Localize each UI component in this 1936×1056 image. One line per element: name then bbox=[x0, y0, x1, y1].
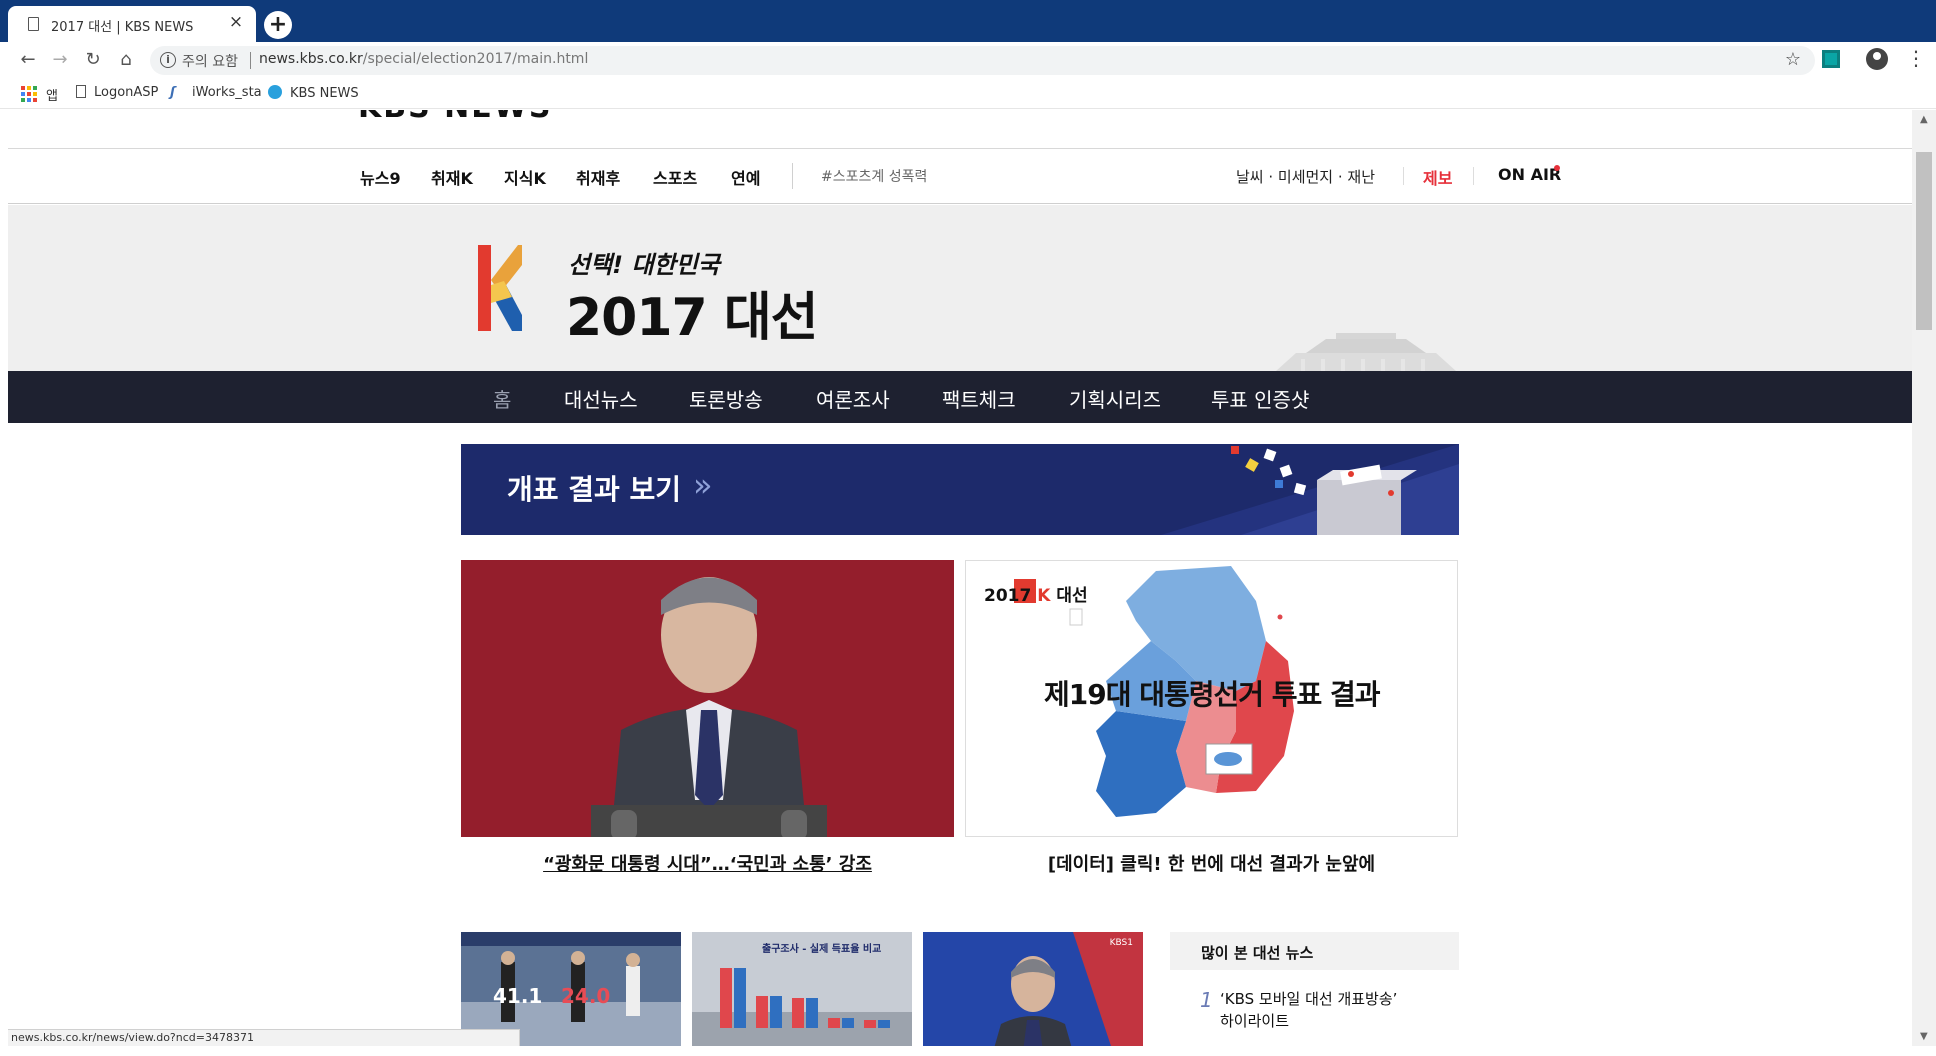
thumbnail-3-image bbox=[923, 932, 1143, 1046]
map-title: 제19대 대통령선거 투표 결과 bbox=[1044, 678, 1381, 711]
gnb-tip[interactable]: 제보 bbox=[1423, 165, 1452, 189]
browser-tab-bar: 2017 대선 | KBS NEWS × + bbox=[0, 0, 1936, 42]
gnb-item-knowledge[interactable]: 지식K bbox=[504, 165, 546, 189]
script-icon: ʃ bbox=[170, 85, 176, 100]
gnb-item-after[interactable]: 취재후 bbox=[576, 165, 620, 189]
url-path: /special/election2017/main.html bbox=[362, 51, 589, 67]
chevron-right-icon: » bbox=[693, 466, 713, 504]
popular-news-header: 많이 본 대선 뉴스 bbox=[1170, 932, 1459, 970]
popular-news: 많이 본 대선 뉴스 1 ‘KBS 모바일 대선 개표방송’ 하이라이트 bbox=[1170, 932, 1459, 1046]
results-banner[interactable]: 개표 결과 보기 » bbox=[461, 444, 1459, 535]
president-speech-image bbox=[461, 560, 954, 837]
apps-grid-icon[interactable] bbox=[21, 86, 37, 102]
subnav-election-news[interactable]: 대선뉴스 bbox=[564, 384, 638, 413]
page-viewport: KBS NEWS 뉴스9 취재K 지식K 취재후 스포츠 연예 #스포츠계 성폭… bbox=[8, 110, 1912, 1046]
thumbnail-1-badge-2: 24.0 bbox=[561, 984, 611, 1008]
security-warning[interactable]: 주의 요함 bbox=[182, 51, 238, 71]
site-logo[interactable]: KBS NEWS bbox=[358, 110, 588, 118]
address-bar[interactable]: i 주의 요함 news.kbs.co.kr/special/election2… bbox=[150, 46, 1815, 75]
page-scrollbar[interactable]: ▲ ▼ bbox=[1912, 110, 1936, 1046]
url-text[interactable]: news.kbs.co.kr/special/election2017/main… bbox=[259, 51, 588, 67]
profile-icon[interactable] bbox=[1866, 48, 1888, 70]
brand-k-mark: K bbox=[1037, 586, 1051, 606]
scroll-down-icon[interactable]: ▼ bbox=[1920, 1031, 1928, 1042]
browser-toolbar: ← → ↻ ⌂ i 주의 요함 news.kbs.co.kr/special/e… bbox=[0, 42, 1936, 79]
featured-caption-2[interactable]: [데이터] 클릭! 한 번에 대선 결과가 눈앞에 bbox=[965, 850, 1458, 876]
url-host: news.kbs.co.kr bbox=[259, 51, 363, 67]
thumbnail-3-corner: KBS1 bbox=[1109, 938, 1133, 948]
info-icon[interactable]: i bbox=[160, 52, 176, 68]
subnav-vote-photos[interactable]: 투표 인증샷 bbox=[1211, 384, 1309, 413]
bookmark-logonasp[interactable]: LogonASP bbox=[76, 85, 158, 100]
brand-word: 대선 bbox=[1056, 586, 1088, 606]
reload-icon[interactable]: ↻ bbox=[81, 48, 105, 72]
gnb-item-k[interactable]: 취재K bbox=[431, 165, 473, 189]
bookmark-kbs-news[interactable]: KBS NEWS bbox=[268, 85, 359, 101]
scroll-up-icon[interactable]: ▲ bbox=[1920, 114, 1928, 125]
gnb-onair[interactable]: ON AIR bbox=[1498, 165, 1561, 184]
popular-item-line-2[interactable]: 하이라이트 bbox=[1220, 1010, 1289, 1031]
onair-live-dot bbox=[1554, 165, 1560, 171]
hero-title: 2017 대선 bbox=[566, 288, 819, 348]
scrollbar-thumb[interactable] bbox=[1916, 152, 1932, 330]
election-subnav: 홈 대선뉴스 토론방송 여론조사 팩트체크 기획시리즈 투표 인증샷 bbox=[8, 371, 1912, 423]
address-divider bbox=[250, 52, 251, 69]
gnb-divider bbox=[1403, 167, 1404, 185]
subnav-debates[interactable]: 토론방송 bbox=[689, 384, 763, 413]
menu-dots-icon[interactable]: ⋮ bbox=[1906, 46, 1926, 70]
tab-title: 2017 대선 | KBS NEWS bbox=[51, 20, 194, 35]
thumbnail-2[interactable]: 출구조사 - 실제 득표율 비교 bbox=[692, 932, 912, 1046]
page-icon bbox=[28, 17, 39, 31]
site-logo-text: KBS NEWS bbox=[358, 110, 552, 118]
bookmark-label: iWorks_sta bbox=[192, 85, 262, 100]
popular-rank: 1 bbox=[1200, 988, 1213, 1012]
subnav-series[interactable]: 기획시리즈 bbox=[1069, 384, 1161, 413]
map-brand: 2017 K 대선 bbox=[984, 581, 1088, 606]
featured-caption-1[interactable]: “광화문 대통령 시대”…‘국민과 소통’ 강조 bbox=[461, 850, 954, 876]
thumbnail-3[interactable]: KBS1 bbox=[923, 932, 1143, 1046]
featured-image-president[interactable] bbox=[461, 560, 954, 837]
back-arrow-icon[interactable]: ← bbox=[16, 48, 40, 72]
bookmarks-bar: 앱 LogonASP ʃ iWorks_sta KBS NEWS bbox=[0, 79, 1936, 109]
thumbnail-2-title: 출구조사 - 실제 득표율 비교 bbox=[762, 944, 882, 955]
gnb-item-sports[interactable]: 스포츠 bbox=[653, 165, 697, 189]
featured-image-map[interactable]: 2017 K 대선 제19대 대통령선거 투표 결과 bbox=[965, 560, 1458, 837]
kbs-icon bbox=[268, 85, 282, 99]
forward-arrow-icon[interactable]: → bbox=[48, 48, 72, 72]
bookmark-label: LogonASP bbox=[94, 85, 159, 100]
extension-icon[interactable] bbox=[1822, 50, 1840, 68]
page-icon bbox=[76, 85, 86, 98]
subnav-factcheck[interactable]: 팩트체크 bbox=[942, 384, 1016, 413]
bookmark-star-icon[interactable]: ☆ bbox=[1785, 49, 1801, 70]
new-tab-button[interactable]: + bbox=[264, 11, 292, 39]
brand-year: 2017 bbox=[984, 586, 1032, 606]
browser-tab[interactable]: 2017 대선 | KBS NEWS × bbox=[8, 6, 256, 42]
gnb-divider bbox=[1473, 167, 1474, 185]
bookmark-iworks[interactable]: ʃ iWorks_sta bbox=[170, 85, 262, 100]
gnb-divider bbox=[792, 163, 793, 189]
bookmark-apps[interactable]: 앱 bbox=[46, 85, 58, 104]
gnb-hashtag[interactable]: #스포츠계 성폭력 bbox=[821, 166, 927, 186]
popular-item-line-1[interactable]: ‘KBS 모바일 대선 개표방송’ bbox=[1220, 988, 1397, 1009]
gnb-item-news9[interactable]: 뉴스9 bbox=[360, 165, 401, 189]
k-logo-icon[interactable] bbox=[478, 245, 522, 331]
palace-illustration bbox=[1276, 333, 1456, 371]
tab-close-icon[interactable]: × bbox=[226, 12, 246, 32]
global-nav: 뉴스9 취재K 지식K 취재후 스포츠 연예 #스포츠계 성폭력 날씨 · 미세… bbox=[8, 148, 1912, 204]
home-icon[interactable]: ⌂ bbox=[114, 48, 138, 72]
banner-text: 개표 결과 보기 bbox=[507, 473, 682, 506]
link-status-bar: news.kbs.co.kr/news/view.do?ncd=3478371 bbox=[8, 1029, 520, 1046]
subnav-polls[interactable]: 여론조사 bbox=[816, 384, 890, 413]
gnb-item-entertainment[interactable]: 연예 bbox=[731, 165, 760, 189]
thumbnail-1-badge-1: 41.1 bbox=[493, 984, 543, 1008]
gnb-weather[interactable]: 날씨 · 미세먼지 · 재난 bbox=[1236, 166, 1375, 187]
subnav-home[interactable]: 홈 bbox=[493, 384, 511, 413]
election-hero: 선택! 대한민국 2017 대선 bbox=[8, 205, 1912, 371]
bookmark-label: KBS NEWS bbox=[290, 86, 359, 101]
